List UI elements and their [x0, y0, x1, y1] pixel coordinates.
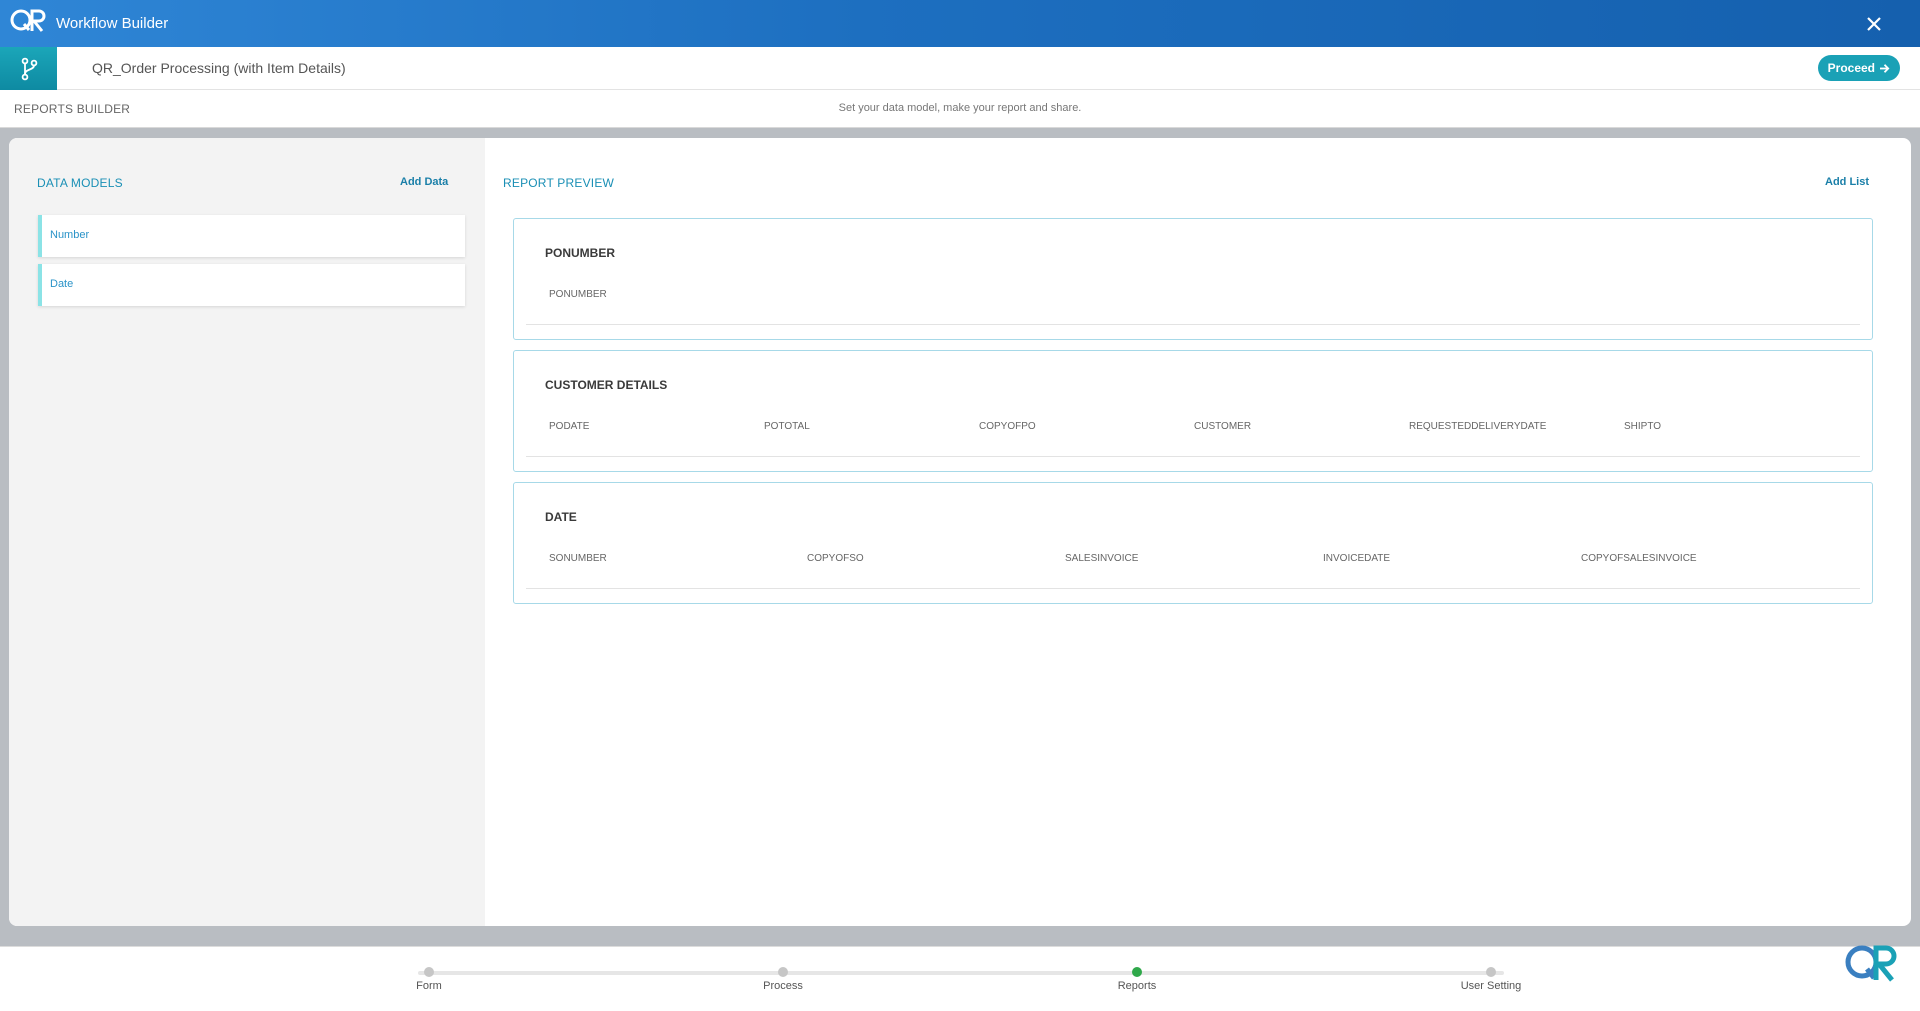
card-fields: PONUMBER: [549, 289, 1849, 303]
workflow-bar: QR_Order Processing (with Item Details) …: [0, 47, 1920, 90]
card-title: CUSTOMER DETAILS: [545, 378, 668, 392]
app-title: Workflow Builder: [56, 15, 169, 32]
card-fields: SONUMBER COPYOFSO SALESINVOICE INVOICEDA…: [549, 553, 1849, 567]
report-card-ponumber[interactable]: PONUMBER PONUMBER: [513, 218, 1873, 340]
field-shipto[interactable]: SHIPTO: [1624, 421, 1661, 432]
card-divider: [526, 588, 1860, 589]
proceed-button[interactable]: Proceed: [1817, 55, 1900, 81]
report-card-customer-details[interactable]: CUSTOMER DETAILS PODATE POTOTAL COPYOFPO…: [513, 350, 1873, 472]
branch-icon: [21, 57, 37, 80]
data-model-label: Date: [50, 278, 74, 290]
step-reports[interactable]: Reports: [1118, 980, 1157, 992]
report-card-date[interactable]: DATE SONUMBER COPYOFSO SALESINVOICE INVO…: [513, 482, 1873, 604]
workflow-name: QR_Order Processing (with Item Details): [92, 60, 346, 76]
field-podate[interactable]: PODATE: [549, 421, 589, 432]
field-copyofsalesinvoice[interactable]: COPYOFSALESINVOICE: [1581, 553, 1697, 564]
qr-corner-logo-icon[interactable]: [1842, 938, 1900, 990]
workflow-stepper: Form Process Reports User Setting: [0, 946, 1920, 1011]
add-data-button[interactable]: Add Data: [400, 176, 448, 188]
branch-tile[interactable]: [0, 47, 57, 90]
step-user-setting[interactable]: User Setting: [1461, 980, 1522, 992]
qr-logo-icon: [10, 9, 46, 32]
add-list-button[interactable]: Add List: [1825, 176, 1869, 188]
reports-toolbar: REPORTS BUILDER Set your data model, mak…: [0, 90, 1920, 128]
data-model-label: Number: [50, 229, 90, 241]
field-requesteddeliverydate[interactable]: REQUESTEDDELIVERYDATE: [1409, 421, 1546, 432]
step-dot-form[interactable]: [424, 967, 434, 977]
field-copyofso[interactable]: COPYOFSO: [807, 553, 864, 564]
card-divider: [526, 324, 1860, 325]
arrow-right-icon: [1880, 63, 1890, 73]
card-divider: [526, 456, 1860, 457]
step-dot-user-setting[interactable]: [1486, 967, 1496, 977]
data-model-number[interactable]: Number: [38, 215, 465, 257]
stepper-track: [418, 971, 1504, 975]
step-dot-reports[interactable]: [1132, 967, 1142, 977]
proceed-label: Proceed: [1827, 61, 1875, 75]
close-icon[interactable]: [1864, 14, 1884, 34]
data-models-panel: DATA MODELS Add Data Number Date: [9, 138, 485, 926]
data-model-date[interactable]: Date: [38, 264, 465, 306]
card-title: DATE: [545, 510, 577, 524]
report-preview-title: REPORT PREVIEW: [503, 176, 615, 190]
field-salesinvoice[interactable]: SALESINVOICE: [1065, 553, 1138, 564]
step-form[interactable]: Form: [416, 980, 442, 992]
field-customer[interactable]: CUSTOMER: [1194, 421, 1251, 432]
field-sonumber[interactable]: SONUMBER: [549, 553, 607, 564]
card-fields: PODATE POTOTAL COPYOFPO CUSTOMER REQUEST…: [549, 421, 1849, 435]
field-ponumber[interactable]: PONUMBER: [549, 289, 607, 300]
field-pototal[interactable]: POTOTAL: [764, 421, 810, 432]
title-bar: Workflow Builder: [0, 0, 1920, 47]
reports-hint: Set your data model, make your report an…: [838, 102, 1082, 114]
step-dot-process[interactable]: [778, 967, 788, 977]
card-title: PONUMBER: [545, 246, 616, 260]
data-models-title: DATA MODELS: [37, 176, 123, 190]
field-copyofpo[interactable]: COPYOFPO: [979, 421, 1036, 432]
step-process[interactable]: Process: [763, 980, 803, 992]
workspace: DATA MODELS Add Data Number Date REPORT …: [9, 138, 1911, 926]
field-invoicedate[interactable]: INVOICEDATE: [1323, 553, 1390, 564]
